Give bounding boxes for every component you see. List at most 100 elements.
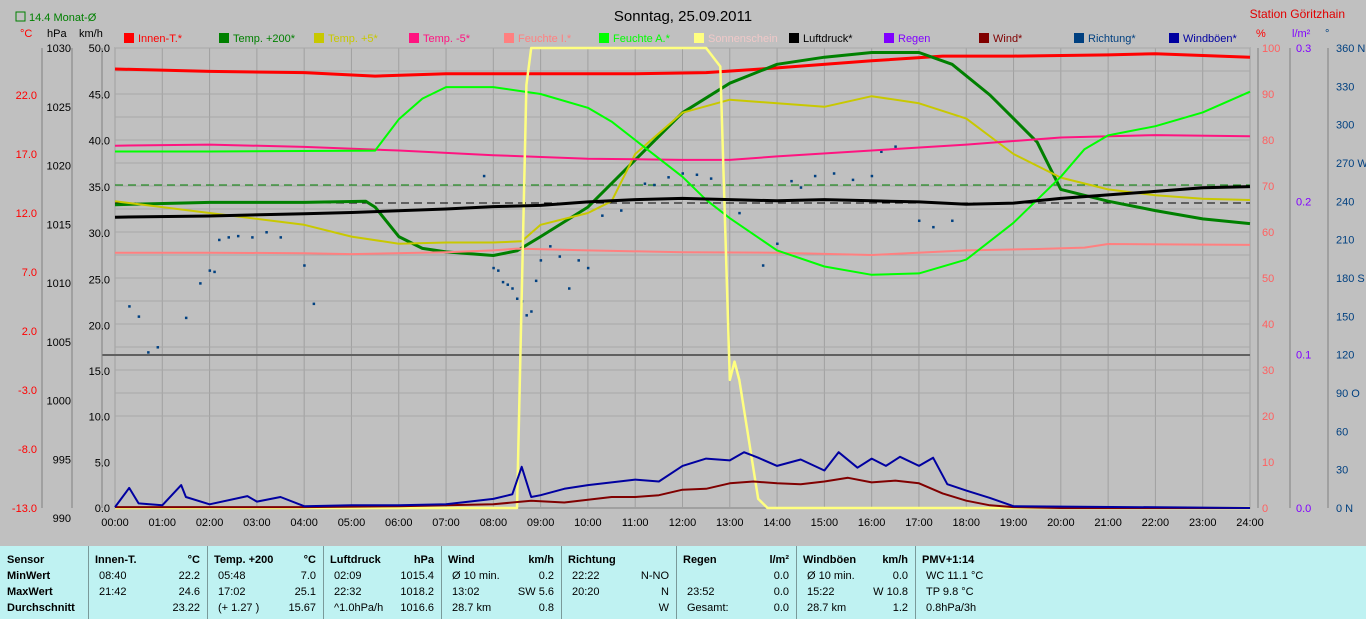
stats-cell-value: 7.0 bbox=[300, 570, 316, 582]
legend-label: Richtung* bbox=[1088, 33, 1136, 45]
legend-swatch bbox=[409, 33, 419, 43]
tick-label-celsius: 22.0 bbox=[16, 90, 37, 102]
tick-label-time: 00:00 bbox=[101, 517, 129, 529]
legend-swatch bbox=[1074, 33, 1084, 43]
unit-kmh: km/h bbox=[79, 28, 103, 40]
stats-cell-value: 1018.2 bbox=[400, 586, 434, 598]
tick-label-time: 21:00 bbox=[1094, 517, 1122, 529]
tick-label-celsius: 12.0 bbox=[16, 208, 37, 220]
tick-label-celsius: 7.0 bbox=[22, 267, 37, 279]
stats-cell-value: SW 5.6 bbox=[517, 586, 554, 598]
tick-label-kmh: 0.0 bbox=[95, 503, 110, 515]
unit-percent: % bbox=[1256, 28, 1266, 40]
tick-label-lm2: 0.2 bbox=[1296, 196, 1311, 208]
tick-label-hpa: 990 bbox=[53, 513, 71, 525]
stats-column-unit: °C bbox=[187, 554, 200, 566]
direction-point bbox=[643, 182, 647, 185]
tick-label-kmh: 30.0 bbox=[89, 228, 110, 240]
stats-cell-label: Gesamt: bbox=[687, 602, 729, 614]
legend-label: Regen bbox=[898, 33, 930, 45]
tick-label-direction: 120 bbox=[1336, 350, 1354, 362]
tick-label-lm2: 0.0 bbox=[1296, 503, 1311, 515]
direction-point bbox=[511, 287, 514, 290]
tick-label-time: 14:00 bbox=[763, 517, 791, 529]
tick-label-direction: 300 bbox=[1336, 120, 1354, 132]
direction-point bbox=[894, 145, 897, 148]
stats-cell-label: 22:32 bbox=[334, 586, 362, 598]
axes: 22.017.012.07.02.0-3.0-8.0-13.0103010251… bbox=[12, 43, 1366, 529]
monat-icon bbox=[15, 11, 26, 22]
stats-cell-label: 0.8hPa/3h bbox=[926, 602, 977, 614]
direction-point bbox=[497, 269, 500, 272]
tick-label-time: 24:00 bbox=[1236, 517, 1264, 529]
direction-point bbox=[128, 305, 131, 308]
stats-cell-label: WC 11.1 °C bbox=[926, 570, 984, 582]
direction-point bbox=[776, 242, 779, 246]
stats-column: Luftdruck hPa 02:09 1015.4 22:32 1018.2 ^1.0hP… bbox=[323, 546, 442, 619]
stats-cell-value: 0.8 bbox=[538, 602, 554, 614]
stats-cell-label: 22:22 bbox=[572, 570, 600, 582]
tick-label-kmh: 10.0 bbox=[89, 412, 110, 424]
direction-point bbox=[951, 219, 954, 223]
legend-swatch bbox=[1169, 33, 1179, 43]
station-label: Station Göritzhain bbox=[1250, 7, 1345, 21]
direction-point bbox=[586, 266, 590, 270]
stats-cell-value: 0.0 bbox=[773, 602, 789, 614]
tick-label-percent: 40 bbox=[1262, 319, 1274, 331]
tick-label-percent: 50 bbox=[1262, 273, 1274, 285]
tick-label-time: 17:00 bbox=[905, 517, 933, 529]
stats-cell-value: 23.22 bbox=[172, 602, 200, 614]
tick-label-time: 15:00 bbox=[811, 517, 839, 529]
direction-point bbox=[601, 214, 604, 217]
stats-column-unit: km/h bbox=[882, 554, 908, 566]
legend-label: Windböen* bbox=[1183, 33, 1238, 45]
direction-point bbox=[303, 264, 306, 267]
chart-title: Sonntag, 25.09.2011 bbox=[614, 8, 752, 25]
tick-label-lm2: 0.1 bbox=[1296, 350, 1311, 362]
direction-point bbox=[653, 183, 656, 187]
stats-cell-label: 02:09 bbox=[334, 570, 362, 582]
monat-label: 14.4 Monat-Ø bbox=[29, 12, 97, 24]
stats-row-label: MaxWert bbox=[7, 586, 53, 598]
legend-swatch bbox=[504, 33, 514, 43]
stats-row-label: Durchschnitt bbox=[7, 602, 75, 614]
stats-cell-label: 05:48 bbox=[218, 570, 246, 582]
stats-column: Windböen km/h Ø 10 min. 0.0 15:22 W 10.8 28.7 … bbox=[796, 546, 916, 619]
tick-label-time: 08:00 bbox=[480, 517, 508, 529]
tick-label-direction: 90 O bbox=[1336, 388, 1360, 400]
stats-cell-label: 28.7 km bbox=[807, 602, 847, 614]
tick-label-kmh: 50.0 bbox=[89, 43, 110, 55]
direction-point bbox=[790, 179, 793, 183]
stats-column-name: Regen bbox=[683, 554, 717, 566]
stats-cell-value: W bbox=[658, 602, 669, 614]
tick-label-hpa: 1010 bbox=[47, 278, 71, 290]
stats-cell-label: Ø 10 min. bbox=[452, 570, 500, 582]
tick-label-hpa: 1030 bbox=[47, 43, 71, 55]
stats-cell-value: 0.0 bbox=[773, 570, 789, 582]
legend: Innen-T.* Temp. +200* Temp. +5* Temp. -5* Fe… bbox=[124, 33, 1238, 45]
stats-cell-label: 08:40 bbox=[99, 570, 127, 582]
direction-point bbox=[312, 302, 316, 306]
tick-label-time: 20:00 bbox=[1047, 517, 1075, 529]
tick-label-time: 13:00 bbox=[716, 517, 744, 529]
stats-cell-value: 0.0 bbox=[892, 570, 908, 582]
direction-point bbox=[761, 264, 765, 267]
direction-point bbox=[695, 173, 699, 177]
tick-label-hpa: 1005 bbox=[47, 337, 71, 349]
direction-point bbox=[147, 351, 150, 354]
stats-column-unit: hPa bbox=[413, 554, 434, 566]
tick-label-hpa: 995 bbox=[53, 454, 71, 466]
direction-point bbox=[227, 236, 230, 239]
tick-label-time: 11:00 bbox=[622, 517, 649, 529]
stats-column-unit: °C bbox=[303, 554, 316, 566]
tick-label-hpa: 1015 bbox=[47, 219, 71, 231]
tick-label-percent: 20 bbox=[1262, 411, 1274, 423]
tick-label-direction: 360 N bbox=[1336, 43, 1365, 55]
direction-point bbox=[620, 209, 623, 212]
tick-label-kmh: 35.0 bbox=[89, 182, 110, 194]
tick-label-kmh: 20.0 bbox=[89, 321, 110, 333]
direction-point bbox=[932, 225, 935, 229]
stats-column: Innen-T. °C 08:40 22.2 21:42 24.6 23.22 bbox=[88, 546, 208, 619]
stats-cell-value: 25.1 bbox=[294, 586, 316, 598]
direction-point bbox=[534, 279, 538, 283]
